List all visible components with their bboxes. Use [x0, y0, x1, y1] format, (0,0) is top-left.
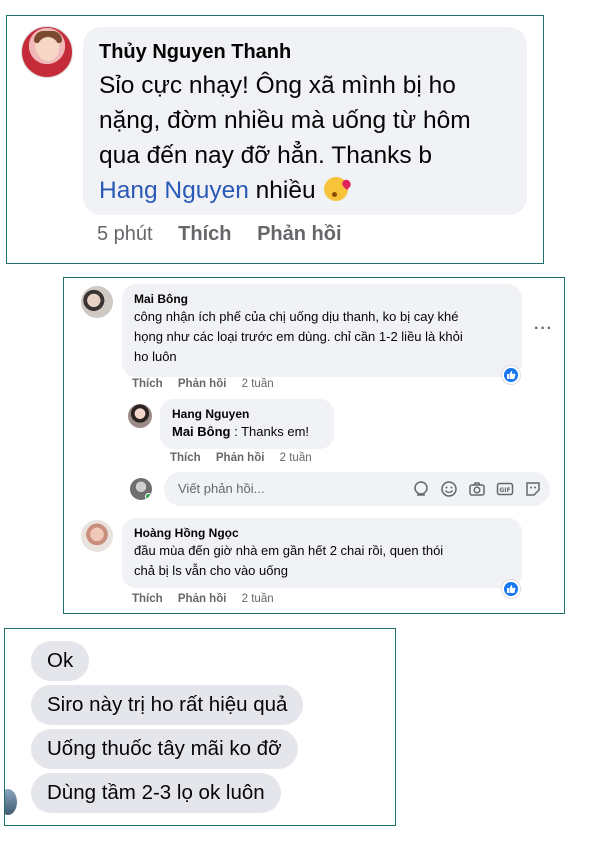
message-panel: Ok Siro này trị ho rất hiệu quả Uống thu…: [4, 628, 396, 826]
timestamp[interactable]: 2 tuần: [242, 378, 274, 390]
commenter-name[interactable]: Thủy Nguyen Thanh: [99, 40, 511, 64]
message-bubble[interactable]: Uống thuốc tây mãi ko đỡ: [31, 729, 298, 769]
commenter-name[interactable]: Mai Bông: [134, 291, 510, 307]
comment-line: ho luôn: [134, 349, 177, 364]
emoji-icon[interactable]: [440, 480, 458, 498]
sender-avatar[interactable]: [5, 789, 17, 815]
comment-panel-2: Mai Bông công nhận ích phế của chị uống …: [63, 277, 565, 614]
comment-actions: Thích Phản hồi 2 tuần: [132, 593, 286, 605]
commenter-name[interactable]: Hoàng Hồng Ngọc: [134, 525, 510, 541]
comment-text: Sỉo cực nhạy! Ông xã mình bị ho nặng, đờ…: [99, 68, 511, 208]
like-button[interactable]: Thích: [132, 378, 163, 390]
face-blowing-kiss-icon: [324, 177, 349, 201]
gif-icon[interactable]: GIF: [496, 480, 514, 498]
comment-bubble: Mai Bông công nhận ích phế của chị uống …: [122, 284, 522, 377]
mention-link[interactable]: Hang Nguyen: [99, 177, 249, 204]
message-bubble[interactable]: Ok: [31, 641, 90, 681]
like-button[interactable]: Thích: [178, 223, 231, 245]
like-reaction-icon[interactable]: [502, 580, 520, 598]
avatar[interactable]: [81, 286, 113, 318]
comment-line: Sỉo cực nhạy! Ông xã mình bị ho: [99, 72, 456, 99]
like-button[interactable]: Thích: [170, 452, 201, 464]
comment-line: họng như các loại trước em dùng. chỉ cần…: [134, 329, 463, 344]
comment-bubble: Hoàng Hồng Ngọc đầu mùa đến giờ nhà em g…: [122, 518, 522, 588]
message-bubble[interactable]: Dùng tầm 2-3 lọ ok luôn: [31, 773, 281, 813]
comment-line: Hang Nguyen nhiều: [99, 173, 511, 208]
sticker-icon[interactable]: [524, 480, 542, 498]
more-options-icon[interactable]: ···: [534, 320, 553, 338]
comment-line: công nhận ích phế của chị uống dịu thanh…: [134, 309, 459, 324]
reply-button[interactable]: Phản hồi: [178, 593, 227, 605]
user-avatar[interactable]: [130, 478, 152, 500]
timestamp[interactable]: 2 tuần: [242, 593, 274, 605]
reply-button[interactable]: Phản hồi: [178, 378, 227, 390]
reply-text: Mai Bông : Thanks em!: [172, 422, 322, 442]
comment-line: nặng, đờm nhiều mà uống từ hôm: [99, 107, 471, 134]
timestamp[interactable]: 2 tuần: [280, 452, 312, 464]
camera-icon[interactable]: [468, 480, 486, 498]
comment-bubble: Thủy Nguyen Thanh Sỉo cực nhạy! Ông xã m…: [83, 27, 527, 215]
avatar[interactable]: [81, 520, 113, 552]
comment-actions: 5 phút Thích Phản hồi: [97, 223, 362, 246]
mention-link[interactable]: Mai Bông: [172, 424, 231, 439]
comment-line: qua đến nay đỡ hẳn. Thanks b: [99, 142, 432, 169]
avatar[interactable]: [128, 404, 152, 428]
reply-actions: Thích Phản hồi 2 tuần: [170, 452, 324, 464]
like-reaction-icon[interactable]: [502, 366, 520, 384]
reply-button[interactable]: Phản hồi: [257, 223, 341, 245]
comment-line: đầu mùa đến giờ nhà em gần hết 2 chai rồ…: [134, 543, 444, 558]
reply-bubble: Hang Nguyen Mai Bông : Thanks em!: [160, 399, 334, 449]
input-icons: GIF: [412, 480, 542, 498]
comment-line: chả bị ls vẫn cho vào uống: [134, 563, 288, 578]
timestamp[interactable]: 5 phút: [97, 223, 153, 245]
reply-text-body: : Thanks em!: [230, 424, 310, 439]
reply-input-placeholder: Viết phản hồi...: [178, 481, 265, 496]
comment-actions: Thích Phản hồi 2 tuần: [132, 378, 286, 390]
comment-text-end: nhiều: [255, 177, 316, 204]
avatar-sticker-icon[interactable]: [412, 480, 430, 498]
message-bubble[interactable]: Siro này trị ho rất hiệu quả: [31, 685, 304, 725]
reply-input[interactable]: Viết phản hồi... GIF: [164, 472, 550, 506]
commenter-name[interactable]: Hang Nguyen: [172, 406, 322, 422]
reply-button[interactable]: Phản hồi: [216, 452, 265, 464]
avatar[interactable]: [21, 26, 73, 78]
like-button[interactable]: Thích: [132, 593, 163, 605]
comment-panel-1: Thủy Nguyen Thanh Sỉo cực nhạy! Ông xã m…: [6, 15, 544, 264]
svg-text:GIF: GIF: [499, 487, 510, 494]
